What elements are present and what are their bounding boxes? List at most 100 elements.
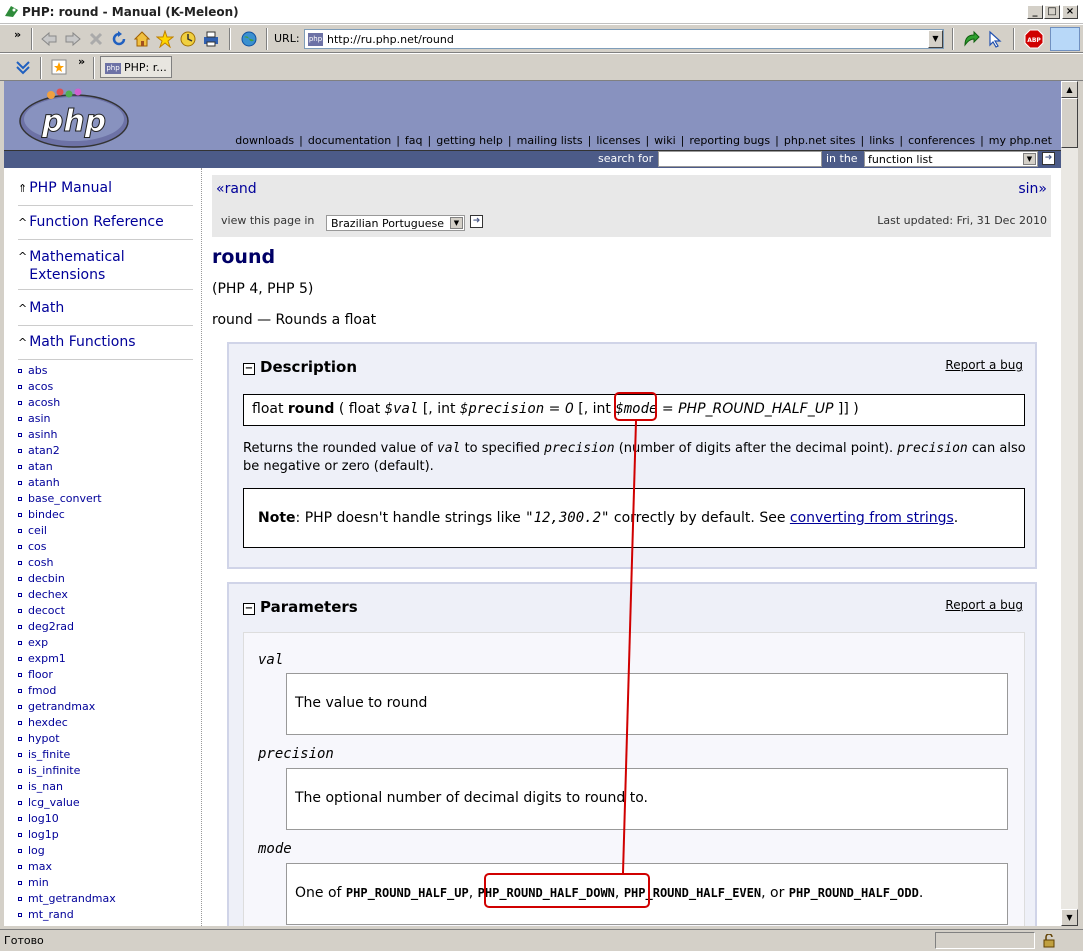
sidebar-item-atan2[interactable]: atan2: [18, 444, 60, 457]
history-clock-icon[interactable]: [179, 30, 197, 48]
print-icon[interactable]: [202, 30, 220, 48]
cursor-select-icon[interactable]: [986, 30, 1004, 48]
home-icon[interactable]: [133, 30, 151, 48]
bullet-square-icon: [18, 897, 22, 901]
sidebar-item-floor[interactable]: floor: [18, 668, 53, 681]
top-nav-link-php-net-sites[interactable]: php.net sites: [784, 134, 856, 147]
sidebar-item-mt-rand[interactable]: mt_rand: [18, 908, 74, 921]
sidebar-item-label: mt_rand: [28, 908, 74, 921]
sidebar-item-atanh[interactable]: atanh: [18, 476, 60, 489]
sidebar-item-expm1[interactable]: expm1: [18, 652, 66, 665]
sidebar-item-is-finite[interactable]: is_finite: [18, 748, 70, 761]
sidebar-item-log1p[interactable]: log1p: [18, 828, 59, 841]
top-nav-link-reporting-bugs[interactable]: reporting bugs: [689, 134, 770, 147]
sidebar-heading-php-manual[interactable]: ⇑ PHP Manual: [18, 180, 193, 206]
scroll-down-button[interactable]: ▼: [1061, 909, 1078, 926]
sidebar-item-max[interactable]: max: [18, 860, 52, 873]
sidebar-item-label: log: [28, 844, 45, 857]
sidebar-item-dechex[interactable]: dechex: [18, 588, 68, 601]
search-go-button[interactable]: ➜: [1042, 152, 1055, 165]
download-arrow-icon[interactable]: [14, 58, 32, 76]
bookmark-star-icon[interactable]: [156, 30, 174, 48]
top-nav-link-downloads[interactable]: downloads: [235, 134, 294, 147]
sidebar-item-acos[interactable]: acos: [18, 380, 53, 393]
sidebar-heading-function-reference[interactable]: ^ Function Reference: [18, 214, 193, 240]
report-bug-link[interactable]: Report a bug: [945, 598, 1023, 612]
top-nav-link-faq[interactable]: faq: [405, 134, 423, 147]
sidebar-item-is-nan[interactable]: is_nan: [18, 780, 63, 793]
sidebar-item-hypot[interactable]: hypot: [18, 732, 60, 745]
sidebar-heading-mathematical-extensions[interactable]: ^ Mathematical Extensions: [18, 248, 193, 290]
sidebar-item-asinh[interactable]: asinh: [18, 428, 57, 441]
security-lock-icon: [1043, 934, 1055, 948]
scroll-up-button[interactable]: ▲: [1061, 81, 1078, 98]
sidebar-item-fmod[interactable]: fmod: [18, 684, 56, 697]
top-nav-link-links[interactable]: links: [869, 134, 894, 147]
sidebar-item-decoct[interactable]: decoct: [18, 604, 65, 617]
sidebar-heading-math-functions[interactable]: ^ Math Functions: [18, 334, 193, 360]
top-nav-link-licenses[interactable]: licenses: [596, 134, 640, 147]
maximize-button[interactable]: □: [1044, 5, 1060, 19]
top-nav-link-conferences[interactable]: conferences: [908, 134, 975, 147]
back-arrow-icon[interactable]: [40, 30, 58, 48]
sidebar-item-atan[interactable]: atan: [18, 460, 53, 473]
sidebar-item-log[interactable]: log: [18, 844, 45, 857]
sidebar-item-cos[interactable]: cos: [18, 540, 47, 553]
search-input[interactable]: [658, 151, 822, 167]
sidebar-item-label: asinh: [28, 428, 58, 441]
sidebar-item-decbin[interactable]: decbin: [18, 572, 65, 585]
sidebar-item-cosh[interactable]: cosh: [18, 556, 53, 569]
minimize-button[interactable]: _: [1027, 5, 1043, 19]
sidebar-item-min[interactable]: min: [18, 876, 49, 889]
sidebar-item-deg2rad[interactable]: deg2rad: [18, 620, 74, 633]
tab-php-round[interactable]: php PHP: r...: [100, 56, 172, 78]
new-bookmark-icon[interactable]: [50, 58, 68, 76]
url-history-dropdown-button[interactable]: ▼: [928, 30, 943, 48]
sidebar-item-bindec[interactable]: bindec: [18, 508, 65, 521]
language-select[interactable]: Brazilian Portuguese ▼: [326, 215, 465, 231]
sidebar-item-label: is_finite: [28, 748, 71, 761]
sidebar-item-log10[interactable]: log10: [18, 812, 59, 825]
forward-arrow-icon[interactable]: [64, 30, 82, 48]
report-bug-link[interactable]: Report a bug: [945, 358, 1023, 372]
toolbar-overflow-chevron-icon[interactable]: »: [14, 28, 21, 41]
top-nav-link-wiki[interactable]: wiki: [654, 134, 675, 147]
sidebar-item-getrandmax[interactable]: getrandmax: [18, 700, 95, 713]
search-scope-select[interactable]: function list ▼: [864, 151, 1038, 167]
top-nav-link-my-php-net[interactable]: my php.net: [989, 134, 1052, 147]
adblock-icon[interactable]: ABP: [1024, 29, 1044, 49]
description-heading[interactable]: − Description: [243, 358, 357, 376]
collapse-minus-icon[interactable]: −: [243, 363, 255, 375]
reload-icon[interactable]: [110, 30, 128, 48]
language-go-button[interactable]: ➜: [470, 215, 483, 228]
prev-link[interactable]: «rand: [216, 181, 257, 197]
sidebar-item-is-infinite[interactable]: is_infinite: [18, 764, 80, 777]
description-heading-text: Description: [260, 358, 358, 376]
close-button[interactable]: ×: [1062, 5, 1078, 19]
sidebar-item-mt-getrandmax[interactable]: mt_getrandmax: [18, 892, 116, 905]
top-nav-link-documentation[interactable]: documentation: [308, 134, 391, 147]
converting-strings-link[interactable]: converting from strings: [790, 510, 954, 526]
sidebar-item-exp[interactable]: exp: [18, 636, 48, 649]
scroll-thumb[interactable]: [1061, 98, 1078, 148]
stop-icon[interactable]: [87, 30, 105, 48]
top-nav-link-mailing-lists[interactable]: mailing lists: [517, 134, 583, 147]
tabs-overflow-chevron-icon[interactable]: »: [78, 55, 85, 68]
go-arrow-icon[interactable]: [962, 30, 980, 48]
parameters-heading[interactable]: − Parameters: [243, 598, 358, 616]
sidebar-item-acosh[interactable]: acosh: [18, 396, 60, 409]
sidebar-item-lcg-value[interactable]: lcg_value: [18, 796, 80, 809]
sidebar-item-abs[interactable]: abs: [18, 364, 47, 377]
sidebar-item-ceil[interactable]: ceil: [18, 524, 47, 537]
sidebar-item-base-convert[interactable]: base_convert: [18, 492, 102, 505]
top-nav-link-getting-help[interactable]: getting help: [436, 134, 503, 147]
collapse-minus-icon[interactable]: −: [243, 603, 255, 615]
sidebar-item-asin[interactable]: asin: [18, 412, 51, 425]
next-link[interactable]: sin»: [1018, 181, 1047, 197]
sidebar-item-hexdec[interactable]: hexdec: [18, 716, 68, 729]
vertical-scrollbar[interactable]: ▲ ▼: [1061, 81, 1078, 926]
sidebar-heading-math[interactable]: ^ Math: [18, 300, 193, 326]
globe-icon[interactable]: [240, 30, 258, 48]
url-input[interactable]: php http://ru.php.net/round: [304, 29, 944, 49]
php-logo-icon[interactable]: php: [16, 87, 131, 149]
